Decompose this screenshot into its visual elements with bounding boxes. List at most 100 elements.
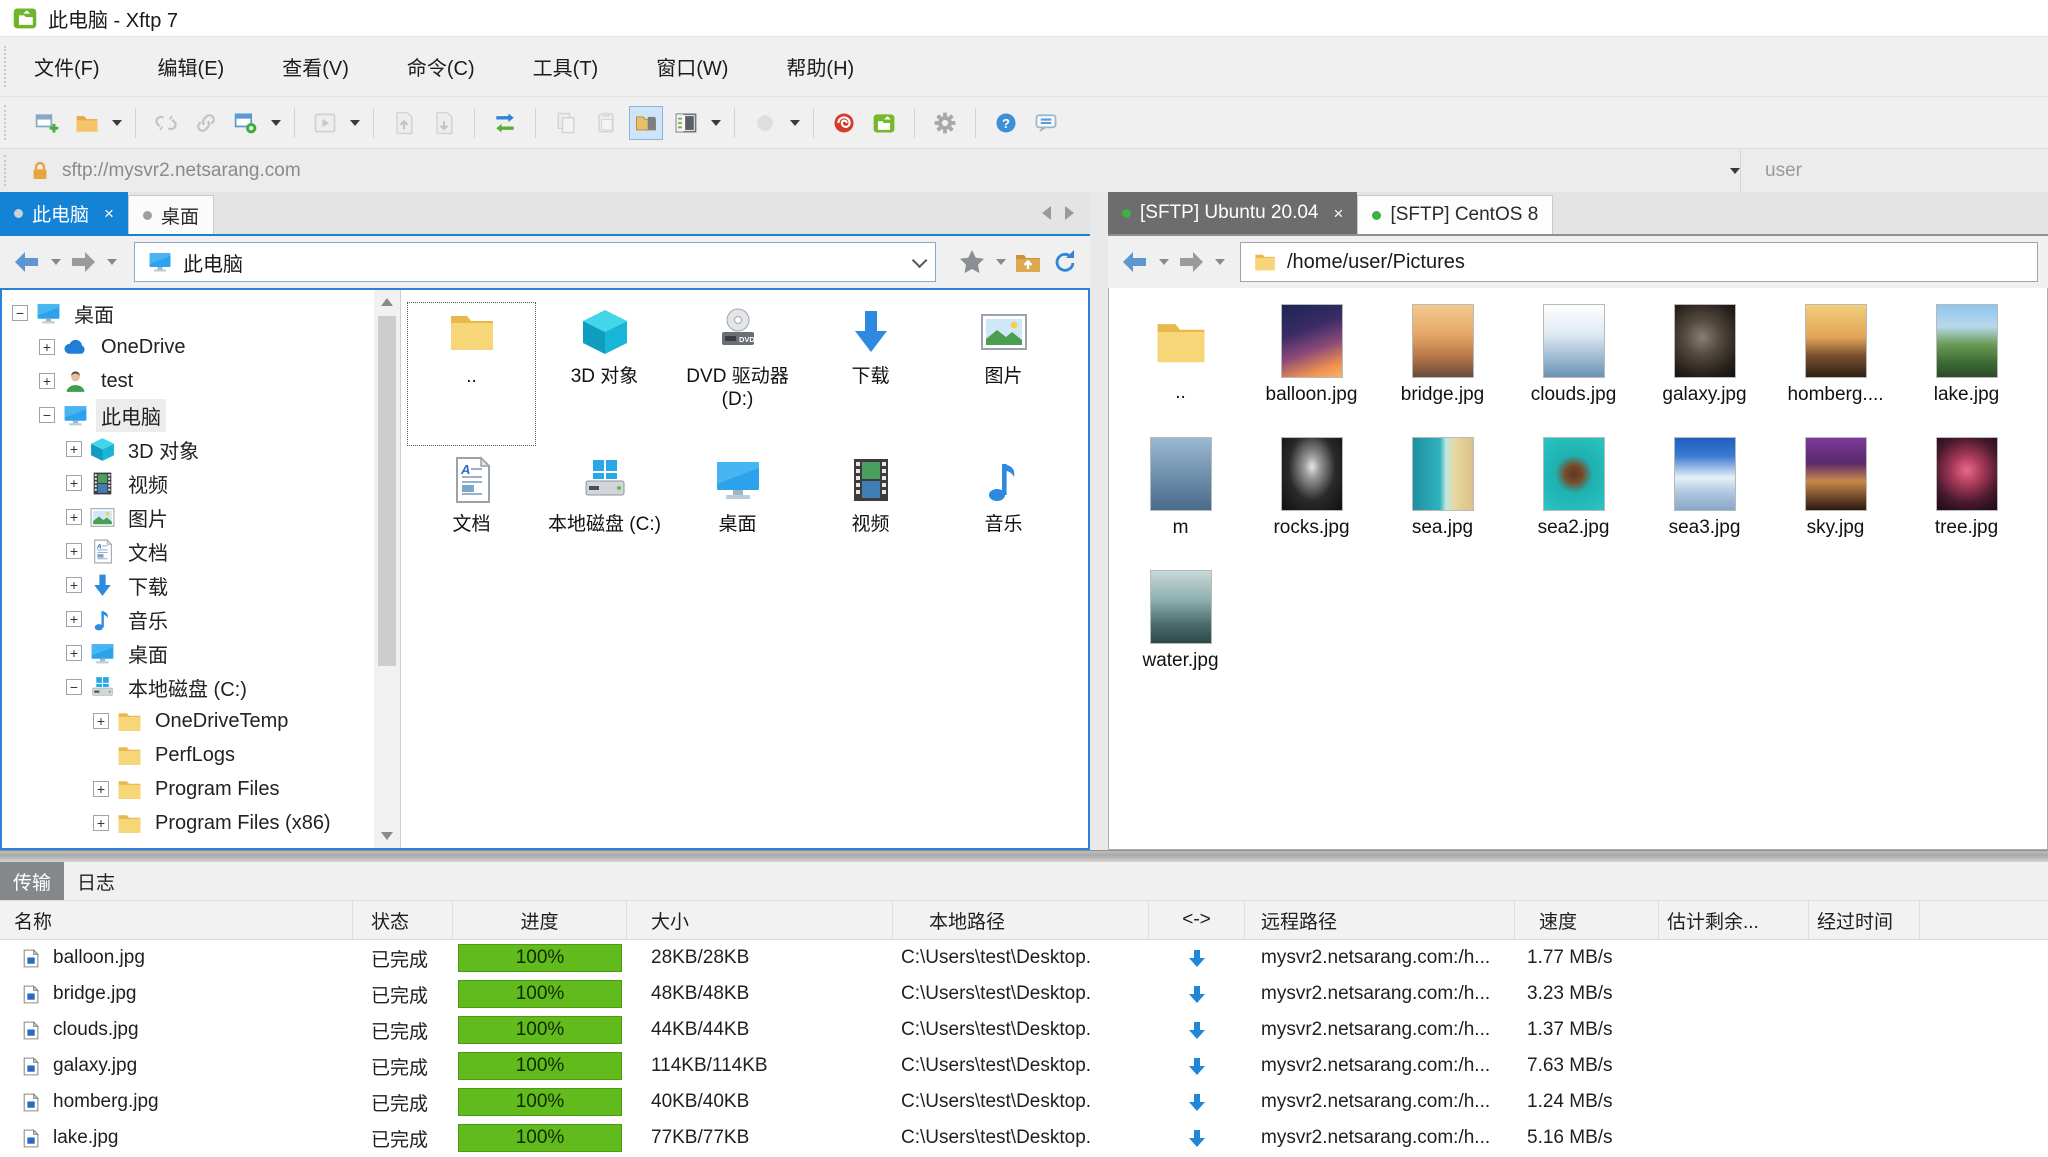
local-file-item[interactable]: 桌面 — [671, 448, 804, 596]
local-file-item[interactable]: 音乐 — [937, 448, 1070, 596]
combobox-chevron-icon[interactable] — [912, 252, 928, 268]
transfer-row[interactable]: homberg.jpg已完成100%40KB/40KBC:\Users\test… — [0, 1084, 2048, 1120]
execute-button[interactable] — [308, 106, 342, 140]
tree-item-16[interactable]: +Program Files (x86) — [2, 806, 374, 840]
tree-item-11[interactable]: +桌面 — [2, 636, 374, 670]
tree-item-4[interactable]: −此电脑 — [2, 398, 374, 432]
back-history-icon[interactable] — [51, 259, 61, 265]
paste-button[interactable] — [589, 106, 623, 140]
forward-button[interactable] — [68, 247, 98, 277]
xshell-button[interactable] — [827, 106, 861, 140]
menu-item-2[interactable]: 编辑(E) — [158, 52, 225, 81]
menu-item-6[interactable]: 窗口(W) — [656, 52, 728, 81]
menu-item-1[interactable]: 文件(F) — [34, 52, 100, 81]
collapse-icon[interactable]: − — [12, 305, 28, 321]
open-session-folder-button[interactable] — [70, 106, 104, 140]
refresh-button[interactable] — [1050, 247, 1080, 277]
remote-file-item[interactable]: sea3.jpg — [1639, 433, 1770, 566]
transfer-pane-tab-1[interactable]: 传输 — [0, 862, 64, 900]
tree-item-5[interactable]: +3D 对象 — [2, 432, 374, 466]
column-header-6[interactable]: <-> — [1149, 901, 1245, 939]
local-file-item[interactable]: .. — [405, 300, 538, 448]
remote-file-item[interactable]: water.jpg — [1115, 566, 1246, 699]
column-header-3[interactable]: 进度 — [453, 901, 627, 939]
layout-view-button[interactable] — [669, 106, 703, 140]
scroll-up-icon[interactable] — [374, 290, 400, 314]
tab-scroll-left-icon[interactable] — [1042, 206, 1051, 220]
transfer-row[interactable]: bridge.jpg已完成100%48KB/48KBC:\Users\test\… — [0, 976, 2048, 1012]
menu-item-7[interactable]: 帮助(H) — [786, 52, 854, 81]
tree-item-8[interactable]: +A文档 — [2, 534, 374, 568]
remote-file-item[interactable]: bridge.jpg — [1377, 300, 1508, 433]
tree-item-10[interactable]: +音乐 — [2, 602, 374, 636]
tree-item-14[interactable]: PerfLogs — [2, 738, 374, 772]
column-header-9[interactable]: 估计剩余... — [1659, 901, 1809, 939]
tree-item-7[interactable]: +图片 — [2, 500, 374, 534]
panel-splitter[interactable] — [1090, 192, 1108, 850]
remote-forward-button[interactable] — [1176, 247, 1206, 277]
expand-icon[interactable]: + — [66, 543, 82, 559]
remote-file-item[interactable]: homberg.... — [1770, 300, 1901, 433]
upload-button[interactable] — [387, 106, 421, 140]
transfer-status-button[interactable] — [748, 106, 782, 140]
username-field[interactable]: user — [1740, 149, 2048, 192]
remote-session-tab-1[interactable]: [SFTP] Ubuntu 20.04× — [1108, 192, 1357, 234]
tree-item-2[interactable]: +OneDrive — [2, 330, 374, 364]
favorites-dropdown-icon[interactable] — [996, 259, 1006, 265]
remote-back-button[interactable] — [1120, 247, 1150, 277]
local-file-item[interactable]: DVDDVD 驱动器 (D:) — [671, 300, 804, 448]
column-header-4[interactable]: 大小 — [627, 901, 893, 939]
remote-file-item[interactable]: clouds.jpg — [1508, 300, 1639, 433]
local-session-tab-1[interactable]: 此电脑× — [0, 192, 128, 234]
scrollbar-thumb[interactable] — [378, 316, 396, 666]
expand-icon[interactable]: + — [66, 475, 82, 491]
local-file-item[interactable]: 下载 — [804, 300, 937, 448]
reconnect-button[interactable] — [189, 106, 223, 140]
tree-item-1[interactable]: −桌面 — [2, 296, 374, 330]
tree-item-12[interactable]: −本地磁盘 (C:) — [2, 670, 374, 704]
session-properties-button[interactable] — [229, 106, 263, 140]
local-address-combobox[interactable]: 此电脑 — [134, 242, 936, 282]
tab-scroll-right-icon[interactable] — [1065, 206, 1074, 220]
tree-item-9[interactable]: +下载 — [2, 568, 374, 602]
column-header-2[interactable]: 状态 — [353, 901, 453, 939]
expand-icon[interactable]: + — [66, 645, 82, 661]
layout-view-dropdown-icon[interactable] — [711, 120, 721, 126]
xftp-button[interactable] — [867, 106, 901, 140]
home-button[interactable] — [1013, 247, 1043, 277]
scroll-down-icon[interactable] — [374, 824, 400, 848]
column-header-5[interactable]: 本地路径 — [893, 901, 1149, 939]
collapse-icon[interactable]: − — [39, 407, 55, 423]
expand-icon[interactable]: + — [93, 781, 109, 797]
remote-file-item[interactable]: sky.jpg — [1770, 433, 1901, 566]
local-file-item[interactable]: 视频 — [804, 448, 937, 596]
tree-item-15[interactable]: +Program Files — [2, 772, 374, 806]
transfer-status-dropdown-icon[interactable] — [790, 120, 800, 126]
close-tab-icon[interactable]: × — [1334, 205, 1344, 222]
open-session-folder-dropdown-icon[interactable] — [112, 120, 122, 126]
column-header-7[interactable]: 远程路径 — [1245, 901, 1515, 939]
expand-icon[interactable]: + — [66, 509, 82, 525]
transfer-pane-tab-2[interactable]: 日志 — [64, 862, 128, 900]
column-header-1[interactable]: 名称 — [0, 901, 353, 939]
tree-item-13[interactable]: +OneDriveTemp — [2, 704, 374, 738]
new-session-button[interactable] — [30, 106, 64, 140]
session-properties-dropdown-icon[interactable] — [271, 120, 281, 126]
url-dropdown-icon[interactable] — [1730, 168, 1740, 174]
tree-item-3[interactable]: +test — [2, 364, 374, 398]
remote-file-item[interactable]: sea2.jpg — [1508, 433, 1639, 566]
expand-icon[interactable]: + — [93, 815, 109, 831]
column-header-10[interactable]: 经过时间 — [1809, 901, 1920, 939]
session-url-field[interactable]: sftp://mysvr2.netsarang.com — [0, 149, 1740, 192]
disconnect-button[interactable] — [149, 106, 183, 140]
transfer-row[interactable]: lake.jpg已完成100%77KB/77KBC:\Users\test\De… — [0, 1120, 2048, 1156]
transfer-row[interactable]: galaxy.jpg已完成100%114KB/114KBC:\Users\tes… — [0, 1048, 2048, 1084]
back-button[interactable] — [12, 247, 42, 277]
feedback-button[interactable] — [1029, 106, 1063, 140]
remote-file-item[interactable]: tree.jpg — [1901, 433, 2032, 566]
close-tab-icon[interactable]: × — [104, 205, 114, 222]
expand-icon[interactable]: + — [66, 611, 82, 627]
local-file-item[interactable]: 本地磁盘 (C:) — [538, 448, 671, 596]
remote-file-item[interactable]: sea.jpg — [1377, 433, 1508, 566]
local-session-tab-2[interactable]: 桌面 — [128, 195, 214, 234]
